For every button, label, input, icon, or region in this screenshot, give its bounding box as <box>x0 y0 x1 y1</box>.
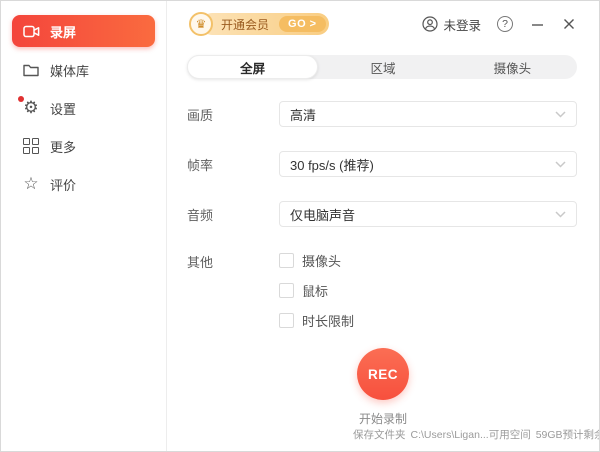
quality-value: 高清 <box>290 105 316 124</box>
sidebar-item-record[interactable]: 录屏 <box>12 15 155 47</box>
rec-button[interactable]: REC <box>357 348 409 400</box>
framerate-label: 帧率 <box>187 155 279 174</box>
sidebar-item-more[interactable]: 更多 <box>12 131 155 161</box>
quality-label: 画质 <box>187 105 279 124</box>
rec-caption: 开始录制 <box>359 410 407 427</box>
checkbox-label: 时长限制 <box>302 311 354 330</box>
sidebar-item-label: 评价 <box>50 175 76 194</box>
video-camera-icon <box>22 22 40 40</box>
topbar-right: 未登录 ? <box>422 15 577 34</box>
membership-label: 开通会员 <box>221 16 269 33</box>
checkbox-webcam[interactable]: 摄像头 <box>279 251 354 270</box>
status-bar: 保存文件夹C:\Users\Ligan... 可用空间59GB 预计剩余10小时 <box>353 427 577 442</box>
settings-form: 画质 高清 帧率 30 fps/s (推荐) 音频 仅电脑声音 <box>167 79 599 330</box>
other-label: 其他 <box>187 251 279 271</box>
sidebar-item-label: 更多 <box>50 137 76 156</box>
free-space-value: 59GB <box>536 429 563 441</box>
checkbox-duration-limit[interactable]: 时长限制 <box>279 311 354 330</box>
folder-icon <box>22 61 40 79</box>
sidebar-item-media-library[interactable]: 媒体库 <box>12 55 155 85</box>
tab-webcam[interactable]: 摄像头 <box>448 55 577 79</box>
crown-icon: ♛ <box>189 12 213 36</box>
chevron-down-icon <box>555 211 566 218</box>
sidebar-item-label: 录屏 <box>50 22 76 41</box>
sidebar-item-settings[interactable]: ⚙ 设置 <box>12 93 155 123</box>
sidebar: 录屏 媒体库 ⚙ 设置 更多 ☆ 评价 <box>1 1 167 451</box>
save-folder-status: 保存文件夹 C:\Users\Ligan... <box>353 427 489 442</box>
save-folder-label: 保存文件夹 <box>353 429 406 441</box>
login-button[interactable]: 未登录 <box>422 15 481 34</box>
chevron-down-icon <box>555 161 566 168</box>
checkbox-box[interactable] <box>279 283 294 298</box>
audio-value: 仅电脑声音 <box>290 205 355 224</box>
audio-label: 音频 <box>187 205 279 224</box>
minimize-icon <box>531 18 544 31</box>
membership-pill: 开通会员 GO > <box>201 13 329 35</box>
tab-region[interactable]: 区域 <box>318 55 447 79</box>
help-icon[interactable]: ? <box>497 16 513 32</box>
record-area: REC 开始录制 <box>167 348 599 427</box>
other-options: 摄像头 鼠标 时长限制 <box>279 251 354 330</box>
remaining-label: 预计剩余 <box>563 429 600 441</box>
main-panel: ♛ 开通会员 GO > 未登录 ? 全 <box>167 1 599 451</box>
sidebar-item-rate[interactable]: ☆ 评价 <box>12 169 155 199</box>
quality-select[interactable]: 高清 <box>279 101 577 127</box>
user-icon <box>422 16 438 32</box>
grid-icon <box>22 137 40 155</box>
gear-icon: ⚙ <box>22 99 40 117</box>
chevron-down-icon <box>555 111 566 118</box>
tab-fullscreen[interactable]: 全屏 <box>187 55 318 79</box>
checkbox-label: 鼠标 <box>302 281 328 300</box>
other-options-row: 其他 摄像头 鼠标 时长限制 <box>187 251 577 330</box>
membership-banner[interactable]: ♛ 开通会员 GO > <box>189 12 329 36</box>
close-button[interactable] <box>561 16 577 32</box>
membership-go-button[interactable]: GO > <box>279 16 326 32</box>
topbar: ♛ 开通会员 GO > 未登录 ? <box>167 1 599 47</box>
app-window: 录屏 媒体库 ⚙ 设置 更多 ☆ 评价 <box>0 0 600 452</box>
save-folder-value: C:\Users\Ligan... <box>411 429 489 441</box>
quality-row: 画质 高清 <box>187 101 577 127</box>
free-space-label: 可用空间 <box>489 429 531 441</box>
checkbox-box[interactable] <box>279 253 294 268</box>
audio-select[interactable]: 仅电脑声音 <box>279 201 577 227</box>
free-space-status: 可用空间 59GB <box>489 427 563 442</box>
capture-mode-tabs: 全屏 区域 摄像头 <box>187 55 577 79</box>
checkbox-box[interactable] <box>279 313 294 328</box>
star-icon: ☆ <box>22 175 40 193</box>
login-label: 未登录 <box>443 15 481 34</box>
minimize-button[interactable] <box>529 16 545 32</box>
checkbox-label: 摄像头 <box>302 251 341 270</box>
sidebar-item-label: 设置 <box>50 99 76 118</box>
framerate-select[interactable]: 30 fps/s (推荐) <box>279 151 577 177</box>
notification-dot <box>18 96 24 102</box>
checkbox-mouse[interactable]: 鼠标 <box>279 281 354 300</box>
framerate-row: 帧率 30 fps/s (推荐) <box>187 151 577 177</box>
framerate-value: 30 fps/s (推荐) <box>290 155 374 174</box>
sidebar-item-label: 媒体库 <box>50 61 89 80</box>
audio-row: 音频 仅电脑声音 <box>187 201 577 227</box>
close-icon <box>563 18 575 30</box>
remaining-time-status: 预计剩余10小时 <box>563 427 600 442</box>
